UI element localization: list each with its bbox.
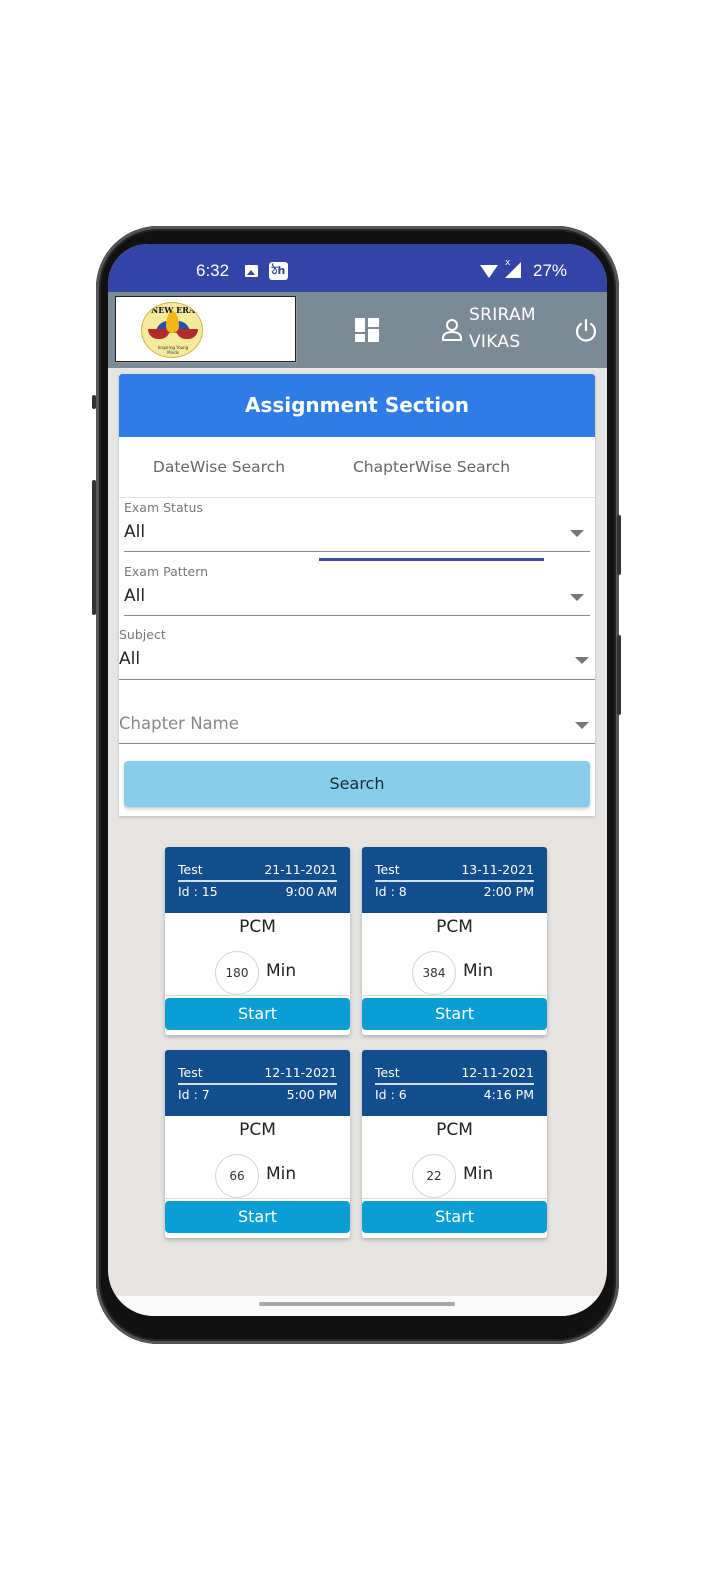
battery-level: 27%	[533, 261, 568, 280]
test-duration: 66	[215, 1154, 259, 1198]
test-date: 21-11-2021	[264, 862, 337, 877]
exam-status-value: All	[124, 522, 146, 542]
test-type: Test	[178, 1065, 203, 1080]
test-id: Id : 6	[375, 1087, 407, 1102]
search-panel: Assignment Section DateWise Search Chapt…	[119, 374, 595, 816]
chevron-down-icon	[575, 722, 589, 729]
test-duration-unit: Min	[266, 961, 297, 981]
dashboard-icon[interactable]	[355, 318, 379, 342]
screen: 6:32 ঠh x 27% NEW ERA Inspiring Young Mi…	[108, 244, 607, 1316]
exam-pattern-value: All	[124, 586, 146, 606]
test-type: Test	[178, 862, 203, 877]
exam-status-label: Exam Status	[124, 500, 203, 515]
test-card-header: Test 13-11-2021 Id : 8 2:00 PM	[362, 847, 547, 913]
chevron-down-icon	[570, 594, 584, 601]
test-time: 9:00 AM	[285, 884, 337, 899]
test-card-header: Test 21-11-2021 Id : 15 9:00 AM	[165, 847, 350, 913]
tab-datewise-search[interactable]: DateWise Search	[119, 437, 319, 498]
phone-button	[617, 515, 621, 575]
subject-value: All	[119, 649, 141, 669]
image-icon	[245, 265, 258, 277]
search-tabs: DateWise Search ChapterWise Search	[119, 437, 595, 561]
test-card: Test 21-11-2021 Id : 15 9:00 AM PCM 180 …	[165, 847, 350, 1035]
phone-button	[92, 395, 96, 409]
phone-button	[617, 635, 621, 715]
subject-label: Subject	[119, 627, 166, 642]
exam-pattern-dropdown[interactable]: Exam Pattern All	[124, 564, 590, 616]
subject-dropdown[interactable]: Subject All	[119, 627, 595, 680]
chapter-name-dropdown[interactable]: Chapter Name	[119, 682, 595, 744]
test-card: Test 13-11-2021 Id : 8 2:00 PM PCM 384 M…	[362, 847, 547, 1035]
user-name[interactable]: SRIRAM VIKAS	[469, 302, 536, 356]
test-time: 2:00 PM	[483, 884, 534, 899]
search-button[interactable]: Search	[124, 761, 590, 807]
logo-tagline: Inspiring Young Minds	[157, 345, 189, 355]
status-bar: 6:32 ঠh x 27%	[108, 244, 607, 292]
test-duration: 384	[412, 951, 456, 995]
logo-text: NEW ERA	[150, 305, 196, 315]
test-card-header: Test 12-11-2021 Id : 6 4:16 PM	[362, 1050, 547, 1116]
section-title: Assignment Section	[119, 374, 595, 437]
test-subject: PCM	[436, 917, 473, 937]
app-icon: ঠh	[269, 262, 288, 280]
test-id: Id : 15	[178, 884, 218, 899]
test-card: Test 12-11-2021 Id : 6 4:16 PM PCM 22 Mi…	[362, 1050, 547, 1238]
test-time: 4:16 PM	[483, 1087, 534, 1102]
test-subject: PCM	[239, 917, 276, 937]
test-card: Test 12-11-2021 Id : 7 5:00 PM PCM 66 Mi…	[165, 1050, 350, 1238]
signal-icon	[505, 262, 521, 278]
logo: NEW ERA Inspiring Young Minds	[141, 302, 203, 358]
start-button[interactable]: Start	[362, 998, 547, 1030]
test-duration-unit: Min	[463, 961, 494, 981]
test-date: 13-11-2021	[461, 862, 534, 877]
test-card-header: Test 12-11-2021 Id : 7 5:00 PM	[165, 1050, 350, 1116]
phone-button	[92, 480, 96, 615]
home-gesture-handle[interactable]	[259, 1302, 455, 1306]
test-subject: PCM	[239, 1120, 276, 1140]
app-bar: NEW ERA Inspiring Young Minds SRIRAM VIK…	[108, 292, 607, 368]
exam-pattern-label: Exam Pattern	[124, 564, 209, 579]
test-type: Test	[375, 1065, 400, 1080]
test-duration: 22	[412, 1154, 456, 1198]
test-subject: PCM	[436, 1120, 473, 1140]
active-tab-indicator	[319, 558, 544, 561]
tab-chapterwise-search[interactable]: ChapterWise Search	[319, 437, 544, 498]
test-date: 12-11-2021	[461, 1065, 534, 1080]
logo-container: NEW ERA Inspiring Young Minds	[115, 296, 296, 362]
chapter-name-placeholder: Chapter Name	[119, 714, 239, 733]
start-button[interactable]: Start	[165, 998, 350, 1030]
test-id: Id : 7	[178, 1087, 210, 1102]
user-icon[interactable]	[441, 318, 463, 342]
test-id: Id : 8	[375, 884, 407, 899]
test-duration-unit: Min	[266, 1164, 297, 1184]
status-time: 6:32	[196, 261, 230, 280]
start-button[interactable]: Start	[362, 1201, 547, 1233]
test-duration: 180	[215, 951, 259, 995]
wifi-icon	[480, 265, 498, 278]
test-time: 5:00 PM	[286, 1087, 337, 1102]
exam-status-dropdown[interactable]: Exam Status All	[124, 500, 590, 552]
test-type: Test	[375, 862, 400, 877]
test-duration-unit: Min	[463, 1164, 494, 1184]
chevron-down-icon	[570, 530, 584, 537]
start-button[interactable]: Start	[165, 1201, 350, 1233]
power-icon[interactable]	[573, 318, 599, 344]
navigation-bar	[108, 1296, 607, 1316]
chevron-down-icon	[575, 657, 589, 664]
test-date: 12-11-2021	[264, 1065, 337, 1080]
